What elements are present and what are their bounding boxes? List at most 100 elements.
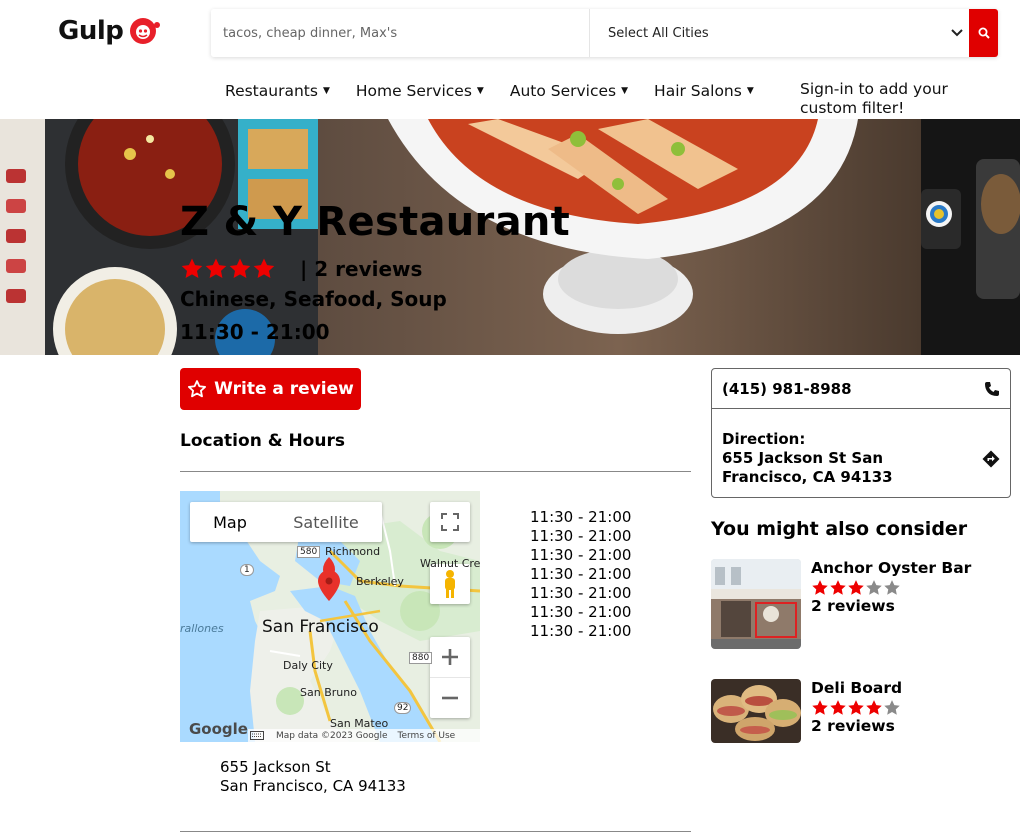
- zoom-out-button[interactable]: [430, 678, 470, 718]
- phone-number: (415) 981-8988: [722, 379, 852, 398]
- restaurant-categories: Chinese, Seafood, Soup: [180, 287, 447, 311]
- restaurant-hours: 11:30 - 21:00: [180, 320, 330, 344]
- address-line-1: 655 Jackson St: [220, 758, 331, 776]
- zoom-controls: [430, 637, 470, 718]
- search-input[interactable]: [211, 9, 589, 57]
- nav-restaurants[interactable]: Restaurants ▼: [225, 80, 330, 102]
- minus-icon: [442, 696, 458, 699]
- caret-down-icon: ▼: [476, 86, 484, 96]
- star-filled-icon: [205, 258, 227, 278]
- star-filled-icon: [229, 258, 251, 278]
- contact-card: (415) 981-8988 Direction: 655 Jackson St…: [711, 368, 1011, 498]
- caret-down-icon: ▼: [746, 86, 754, 96]
- restaurant-name: Z & Y Restaurant: [180, 199, 571, 245]
- map-label-san-bruno: San Bruno: [300, 686, 357, 699]
- map-label-san-francisco: San Francisco: [262, 617, 379, 637]
- map-label-daly-city: Daly City: [283, 659, 333, 672]
- main-nav: Restaurants ▼ Home Services ▼ Auto Servi…: [225, 80, 948, 117]
- nav-home-services[interactable]: Home Services ▼: [356, 80, 484, 102]
- recommendation-card[interactable]: Anchor Oyster Bar 2 reviews: [711, 559, 1011, 649]
- street-view-button[interactable]: [430, 564, 470, 604]
- star-outline-icon: [188, 380, 207, 398]
- search-button[interactable]: [969, 9, 998, 57]
- nav-label: Hair Salons: [654, 82, 742, 100]
- divider: [180, 831, 691, 832]
- direction-row[interactable]: Direction: 655 Jackson St San Francisco,…: [712, 409, 1010, 487]
- map-footer: Map data ©2023 Google Terms of Use: [248, 729, 480, 742]
- star-empty-icon: [884, 700, 900, 715]
- map-label-farallones: rallones: [180, 622, 224, 635]
- map-tab-satellite[interactable]: Satellite: [270, 502, 382, 542]
- recommendation-name[interactable]: Anchor Oyster Bar: [811, 559, 971, 577]
- direction-address: 655 Jackson St San Francisco, CA 94133: [722, 449, 893, 486]
- star-empty-icon: [866, 580, 882, 595]
- hours-row: 11:30 - 21:00: [530, 584, 632, 602]
- map-shield-1: 1: [240, 564, 254, 576]
- map-widget[interactable]: Map Satellite Richmond Berkeley Walnut C…: [180, 491, 480, 742]
- star-filled-icon: [830, 700, 846, 715]
- map-shield-880: 880: [409, 652, 433, 664]
- search-icon: [978, 27, 990, 39]
- nav-label: Restaurants: [225, 82, 318, 100]
- map-type-tabs: Map Satellite: [190, 502, 382, 542]
- phone-icon: [985, 381, 999, 396]
- hours-row: 11:30 - 21:00: [530, 565, 632, 583]
- write-review-button[interactable]: Write a review: [180, 368, 361, 410]
- logo-text: Gulp: [58, 16, 124, 46]
- city-select[interactable]: Select All Cities: [589, 9, 969, 57]
- restaurant-rating: | 2 reviews: [180, 257, 422, 281]
- signin-filter-link[interactable]: Sign-in to add your custom filter!: [800, 80, 990, 118]
- fullscreen-button[interactable]: [430, 502, 470, 542]
- recommendation-card[interactable]: Deli Board 2 reviews: [711, 679, 1011, 769]
- star-filled-icon: [866, 700, 882, 715]
- chevron-down-icon: [951, 29, 963, 37]
- nav-label: Home Services: [355, 82, 472, 100]
- star-filled-icon: [830, 580, 846, 595]
- map-shield-580: 580: [297, 546, 321, 558]
- review-count[interactable]: | 2 reviews: [300, 257, 422, 281]
- hero-photo-side: [921, 119, 1020, 355]
- recommendation-image[interactable]: [711, 559, 801, 649]
- recommendation-image[interactable]: [711, 679, 801, 743]
- hours-row: 11:30 - 21:00: [530, 508, 632, 526]
- hours-row: 11:30 - 21:00: [530, 546, 632, 564]
- logo[interactable]: Gulp: [58, 16, 162, 46]
- hours-row: 11:30 - 21:00: [530, 527, 632, 545]
- plus-icon: [442, 649, 458, 665]
- phone-row[interactable]: (415) 981-8988: [712, 369, 1010, 409]
- location-hours-title: Location & Hours: [180, 431, 345, 451]
- nav-hair-salons[interactable]: Hair Salons ▼: [654, 80, 754, 102]
- keyboard-icon: [250, 731, 264, 740]
- google-logo: Google: [189, 720, 248, 738]
- recommendation-name[interactable]: Deli Board: [811, 679, 902, 697]
- direction-label: Direction:: [722, 430, 806, 448]
- map-data-text: Map data ©2023 Google: [276, 730, 388, 741]
- rating-stars: [180, 257, 276, 281]
- star-filled-icon: [848, 700, 864, 715]
- directions-icon: [982, 450, 1000, 467]
- map-label-richmond: Richmond: [325, 545, 381, 558]
- search-bar: Select All Cities: [211, 9, 998, 57]
- star-filled-icon: [812, 580, 828, 595]
- star-empty-icon: [884, 580, 900, 595]
- address-line-2: San Francisco, CA 94133: [220, 777, 406, 795]
- map-tab-map[interactable]: Map: [190, 502, 270, 542]
- recommendation-stars: [811, 579, 901, 597]
- recommendation-stars: [811, 699, 901, 717]
- star-filled-icon: [848, 580, 864, 595]
- star-filled-icon: [253, 258, 275, 278]
- logo-mascot-icon: [130, 18, 161, 44]
- recommendation-reviews: 2 reviews: [811, 717, 895, 735]
- map-label-walnut-creek: Walnut Cre: [420, 557, 480, 570]
- caret-down-icon: ▼: [621, 86, 629, 96]
- nav-label: Auto Services: [509, 82, 617, 100]
- nav-auto-services[interactable]: Auto Services ▼: [510, 80, 628, 102]
- address-block: 655 Jackson St San Francisco, CA 94133: [220, 758, 406, 796]
- divider: [180, 471, 691, 472]
- city-select-value: Select All Cities: [608, 25, 709, 41]
- zoom-in-button[interactable]: [430, 638, 470, 678]
- caret-down-icon: ▼: [322, 86, 330, 96]
- star-filled-icon: [181, 258, 203, 278]
- hero-banner: Z & Y Restaurant | 2 reviews Chinese, Se…: [0, 119, 1020, 355]
- map-terms-link[interactable]: Terms of Use: [398, 731, 456, 741]
